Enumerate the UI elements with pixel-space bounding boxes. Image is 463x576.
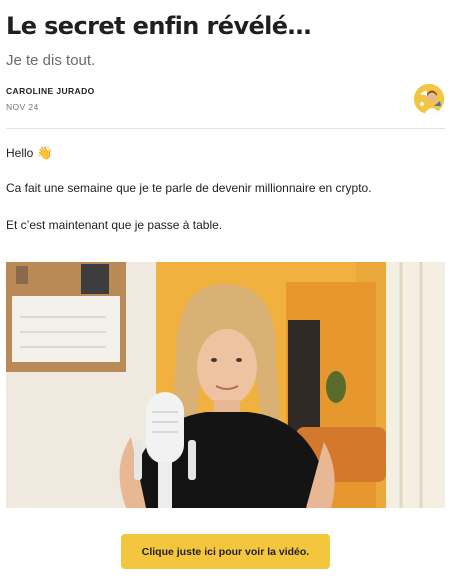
greeting-text: Hello	[6, 146, 34, 160]
post-date: NOV 24	[6, 102, 39, 112]
body-paragraph-2: Et c’est maintenant que je passe à table…	[6, 218, 223, 232]
avatar-illustration	[414, 84, 444, 114]
watch-video-button[interactable]: Clique juste ici pour voir la vidéo.	[121, 534, 330, 569]
author-avatar[interactable]	[414, 84, 444, 114]
waving-hand-icon: 👋	[36, 145, 53, 160]
body-paragraph-1: Ca fait une semaine que je te parle de d…	[6, 181, 372, 195]
video-thumbnail[interactable]	[6, 262, 445, 508]
newsletter-post: Le secret enfin révélé… Je te dis tout. …	[0, 0, 463, 576]
post-subtitle: Je te dis tout.	[6, 52, 96, 69]
header-divider	[6, 128, 445, 129]
post-title: Le secret enfin révélé…	[6, 12, 311, 40]
author-name[interactable]: CAROLINE JURADO	[6, 86, 95, 96]
video-frame-illustration	[6, 262, 445, 508]
greeting-paragraph: Hello 👋	[6, 145, 53, 161]
